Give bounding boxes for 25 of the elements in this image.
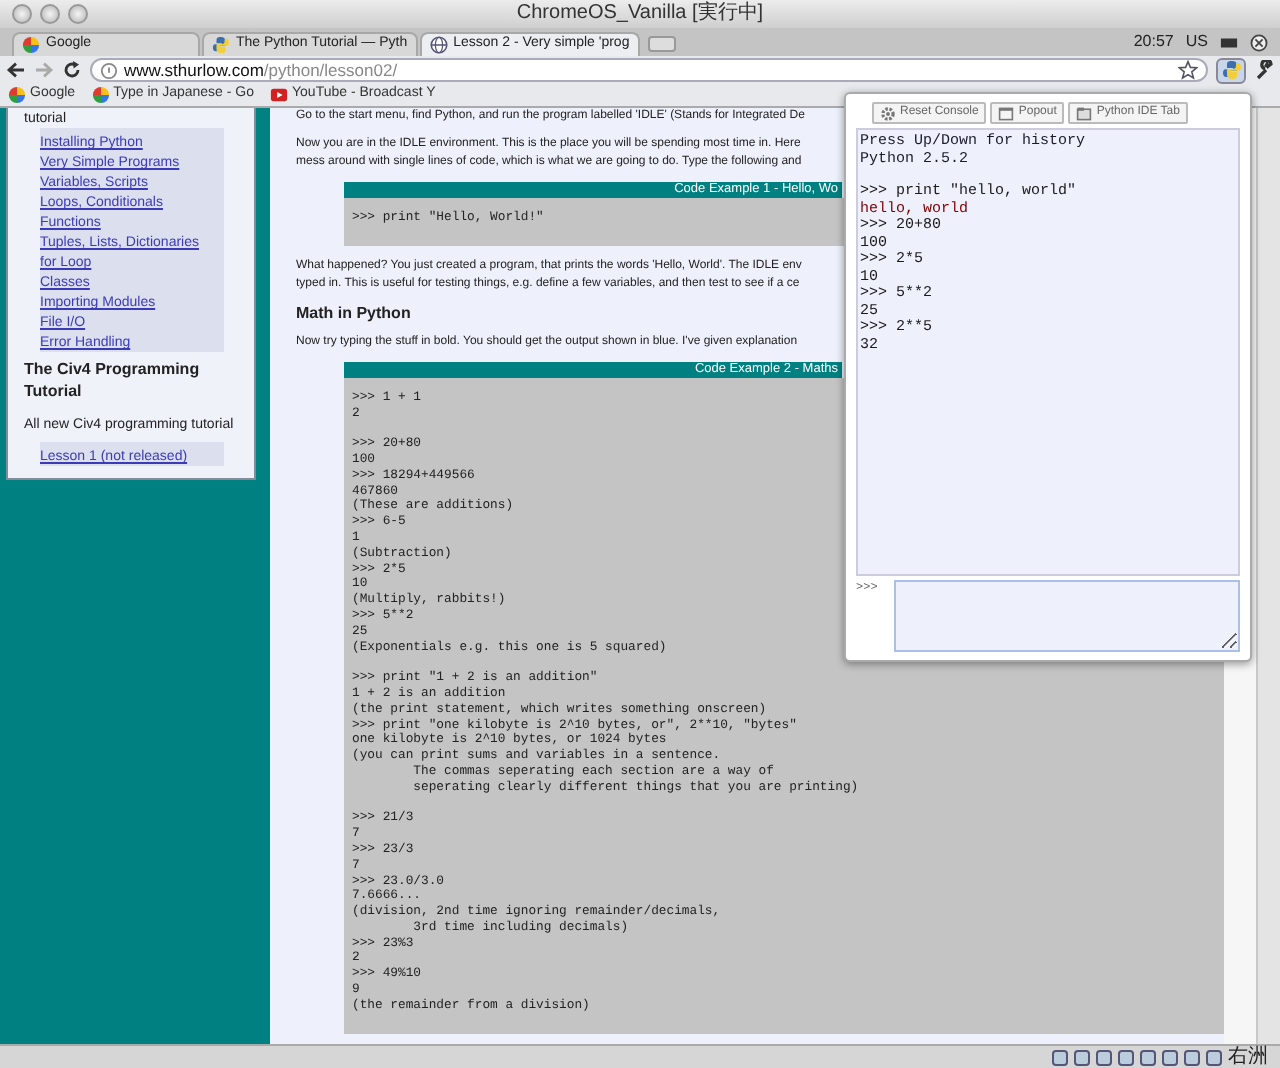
window-icon	[998, 105, 1015, 121]
back-arrow-icon[interactable]	[6, 60, 26, 80]
circle-logo-icon	[91, 86, 110, 104]
scrollbar[interactable]	[1256, 108, 1280, 1044]
page-icon	[100, 61, 118, 79]
tab-icon	[1076, 105, 1093, 121]
logo-icon	[212, 36, 230, 54]
input-field[interactable]	[894, 580, 1240, 652]
input-method-text[interactable]: 右洲	[1228, 1047, 1268, 1067]
logo-icon	[1221, 60, 1241, 80]
address-bar[interactable]: www.sthurlow.com/python/lesson02/	[90, 58, 1208, 82]
clock-text: 20:57	[1133, 32, 1174, 52]
keyboard-layout-text: US	[1185, 32, 1208, 52]
circle-logo-icon	[22, 36, 40, 54]
gear-icon	[880, 105, 896, 121]
extension-button[interactable]	[1216, 57, 1246, 83]
circle-logo-icon	[8, 86, 26, 104]
wrench-icon[interactable]	[1254, 60, 1274, 80]
play-icon	[270, 86, 289, 104]
reload-icon[interactable]	[62, 60, 82, 80]
star-icon[interactable]	[1178, 60, 1198, 80]
window-title: ChromeOS_Vanilla [実行中]	[514, 2, 766, 26]
section-heading: Math in Python	[296, 303, 411, 322]
sidebar-heading: The Civ4 Programming Tutorial	[24, 358, 202, 402]
globe-icon	[429, 36, 448, 54]
